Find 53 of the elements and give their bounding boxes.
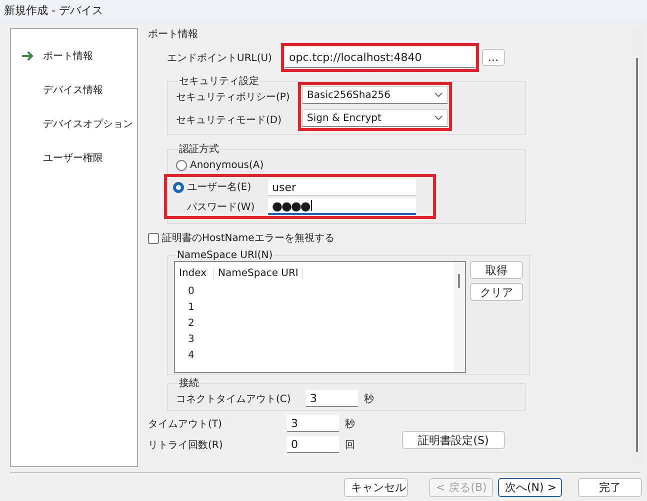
radio-button[interactable] (176, 160, 187, 170)
table-cell-text: 0 (187, 285, 196, 299)
table-cell-text: 3 (187, 333, 196, 347)
number-field[interactable]: 3 (306, 390, 358, 407)
group-label: NameSpace URI(N) (176, 250, 274, 261)
chevron-down-icon (434, 115, 443, 121)
table-cell-text: 4 (187, 349, 196, 363)
group-label: 認証方式 (178, 142, 220, 156)
checkbox-label[interactable]: 証明書のHostNameエラーを無視する (162, 231, 334, 245)
group-label: セキュリティ設定 (178, 74, 260, 88)
dialog-button[interactable]: 次へ(N) > (498, 478, 562, 497)
nav-item[interactable]: デバイス情報 (11, 73, 103, 107)
field-label: パスワード(W) (186, 200, 255, 214)
field-label: エンドポイントURL(U) (166, 52, 273, 64)
number-field[interactable]: 3 (287, 415, 339, 432)
unit-label: 秒 (345, 418, 355, 430)
field-label: コネクトタイムアウト(C) (176, 392, 292, 406)
radio-label[interactable]: Anonymous(A) (190, 160, 264, 170)
radio-label[interactable]: ユーザー名(E) (187, 180, 252, 194)
field-label: セキュリティモード(D) (176, 114, 283, 128)
password-field[interactable]: ●●●● (268, 198, 416, 215)
window-title: 新規作成 - デバイス (0, 0, 647, 22)
action-button[interactable]: 取得 (470, 261, 523, 279)
field-label: リトライ回数(R) (148, 438, 224, 452)
checkbox[interactable] (148, 232, 159, 244)
dropdown[interactable]: Sign & Encrypt (302, 109, 448, 127)
arrow-right-icon (21, 51, 35, 61)
section-heading: ポート情報 (148, 28, 199, 42)
radio-button[interactable] (173, 182, 184, 192)
url-field[interactable]: opc.tcp://localhost:4840 (285, 47, 475, 68)
settings-button[interactable]: 証明書設定(S) (402, 431, 505, 449)
column-header[interactable]: NameSpace URI (214, 268, 304, 278)
field-label: セキュリティポリシー(P) (176, 91, 291, 105)
chevron-down-icon (434, 92, 443, 98)
nav-item[interactable]: ポート情報 (11, 39, 93, 73)
table-cell-text: 1 (187, 301, 196, 315)
number-field[interactable]: 0 (287, 436, 339, 453)
unit-label: 回 (345, 438, 355, 452)
action-button[interactable]: クリア (470, 283, 523, 301)
dialog-button[interactable]: キャンセル (344, 478, 408, 497)
column-header[interactable]: Index (175, 268, 214, 278)
scrollbar[interactable] (454, 262, 465, 372)
nav-item[interactable]: ユーザー権限 (11, 141, 103, 175)
group-label: 接続 (178, 376, 200, 390)
unit-label: 秒 (364, 392, 374, 406)
dialog-button[interactable]: 完了 (578, 478, 642, 497)
username-field[interactable]: user (268, 178, 416, 196)
nav-item[interactable]: デバイスオプション (11, 107, 133, 141)
dropdown[interactable]: Basic256Sha256 (302, 86, 448, 104)
field-label: タイムアウト(T) (148, 418, 223, 430)
list-box[interactable]: Index NameSpace URI 0 1 2 3 4 (174, 261, 466, 373)
browse-button[interactable]: ... (482, 49, 504, 66)
table-cell-text: 2 (187, 317, 196, 331)
